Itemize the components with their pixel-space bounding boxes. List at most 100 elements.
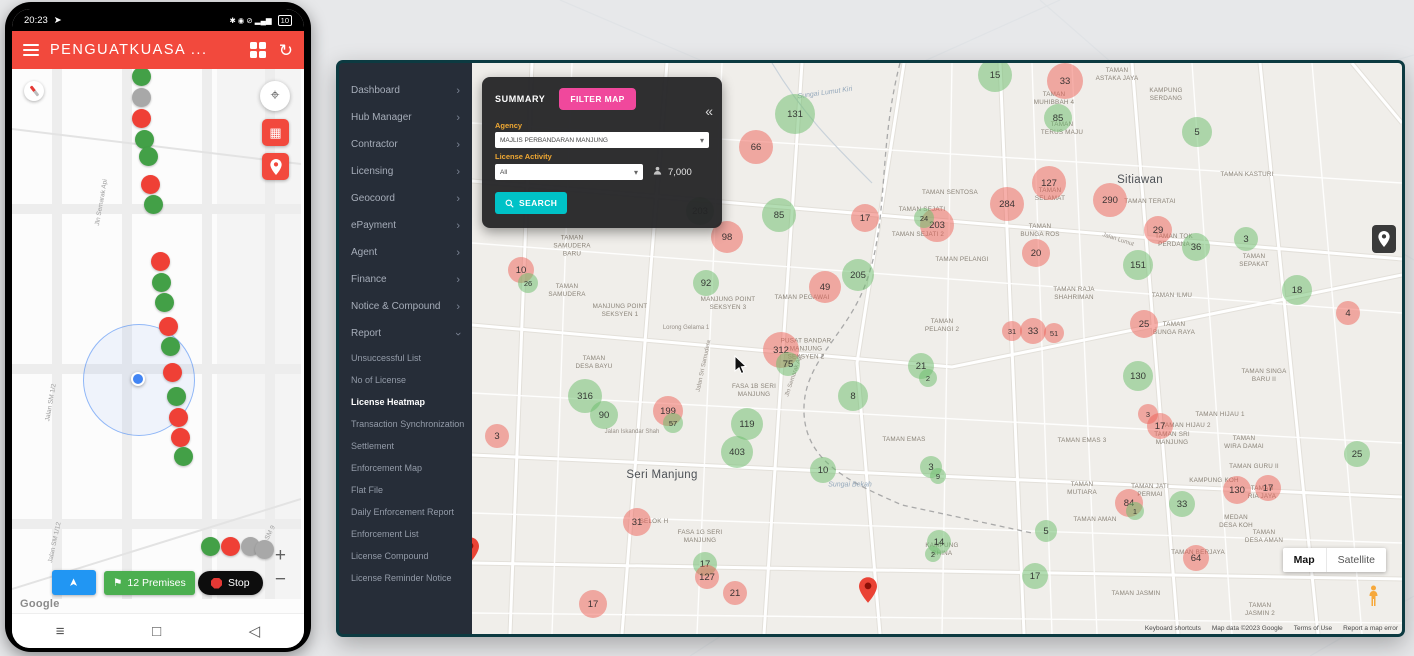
heatmap-circle[interactable]: 66	[739, 130, 773, 164]
sidebar-subitem-enforcement-list[interactable]: Enforcement List	[339, 523, 472, 545]
sidebar-item-notice-compound[interactable]: Notice & Compound›	[339, 293, 472, 320]
sidebar-item-agent[interactable]: Agent›	[339, 239, 472, 266]
navigate-button[interactable]: ➤	[52, 570, 96, 595]
heatmap-circle[interactable]: 85	[762, 198, 796, 232]
premise-marker[interactable]	[201, 537, 220, 556]
sidebar-item-epayment[interactable]: ePayment›	[339, 212, 472, 239]
premise-marker[interactable]	[171, 428, 190, 447]
collapse-panel-icon[interactable]: «	[705, 103, 713, 119]
premise-marker[interactable]	[141, 175, 160, 194]
premise-marker[interactable]	[144, 195, 163, 214]
back-icon[interactable]: ◁	[249, 622, 261, 640]
sidebar-subitem-license-compound[interactable]: License Compound	[339, 545, 472, 567]
premise-marker[interactable]	[151, 252, 170, 271]
premise-marker[interactable]	[139, 147, 158, 166]
sidebar-subitem-license-heatmap[interactable]: License Heatmap	[339, 391, 472, 413]
heatmap-circle[interactable]: 25	[1130, 310, 1158, 338]
heatmap-circle[interactable]: 284	[990, 187, 1024, 221]
heatmap-circle[interactable]: 403	[721, 436, 753, 468]
heatmap-circle[interactable]: 5	[1035, 520, 1057, 542]
heatmap-circle[interactable]: 33	[1047, 63, 1083, 99]
filter-map-button[interactable]: FILTER MAP	[559, 88, 635, 110]
sidebar-subitem-enforcement-map[interactable]: Enforcement Map	[339, 457, 472, 479]
heatmap-circle[interactable]: 17	[1022, 563, 1048, 589]
heatmap-circle[interactable]: 1	[1126, 502, 1144, 520]
search-button[interactable]: SEARCH	[495, 192, 567, 214]
premise-marker[interactable]	[174, 447, 193, 466]
agency-select[interactable]: MAJLIS PERBANDARAN MANJUNG ▾	[495, 132, 709, 148]
satellite-button[interactable]: Satellite	[1326, 548, 1386, 572]
map-pin-icon[interactable]	[859, 577, 877, 608]
sidebar-item-hub-manager[interactable]: Hub Manager›	[339, 104, 472, 131]
heatmap-circle[interactable]: 33	[1020, 318, 1046, 344]
terms-link[interactable]: Terms of Use	[1294, 625, 1332, 632]
premise-marker[interactable]	[169, 408, 188, 427]
heatmap-circle[interactable]: 5	[1182, 117, 1212, 147]
premise-marker[interactable]	[132, 109, 151, 128]
heatmap-circle[interactable]: 25	[1344, 441, 1370, 467]
premise-marker[interactable]	[163, 363, 182, 382]
premise-marker[interactable]	[159, 317, 178, 336]
menu-icon[interactable]	[23, 41, 39, 59]
heatmap-circle[interactable]: 17	[851, 204, 879, 232]
recent-apps-icon[interactable]: ≡	[56, 623, 65, 640]
heatmap-circle[interactable]: 29	[1144, 216, 1172, 244]
heatmap-circle[interactable]: 31	[623, 508, 651, 536]
heatmap-circle[interactable]: 130	[1223, 476, 1251, 504]
heatmap-circle[interactable]: 205	[842, 259, 874, 291]
heatmap-circle[interactable]: 9	[930, 468, 946, 484]
map-pin-icon[interactable]	[472, 537, 479, 568]
heatmap-circle[interactable]: 130	[1123, 361, 1153, 391]
sidebar-subitem-license-reminder-notice[interactable]: License Reminder Notice	[339, 567, 472, 589]
premise-marker[interactable]	[132, 88, 151, 107]
map-canvas[interactable]: SitiawanSeri ManjungTAMAN ASTAKA JAYAKAM…	[472, 63, 1402, 634]
home-icon[interactable]: □	[152, 623, 161, 640]
grid-icon[interactable]	[250, 42, 266, 58]
sidebar-item-report[interactable]: Report›	[339, 320, 472, 347]
add-pin-button[interactable]	[262, 153, 289, 180]
heatmap-circle[interactable]: 31	[1002, 321, 1022, 341]
sidebar-item-contractor[interactable]: Contractor›	[339, 131, 472, 158]
map-button[interactable]: Map	[1283, 548, 1326, 572]
sidebar-item-geocoord[interactable]: Geocoord›	[339, 185, 472, 212]
sidebar-subitem-daily-enforcement-report[interactable]: Daily Enforcement Report	[339, 501, 472, 523]
map-layers-button[interactable]: ▦	[262, 119, 289, 146]
heatmap-circle[interactable]: 20	[1022, 239, 1050, 267]
heatmap-circle[interactable]: 2	[925, 546, 941, 562]
premise-marker[interactable]	[161, 337, 180, 356]
phone-map[interactable]: Jln Semarak ApiJalan SM 1/2Jalan SM 1/12…	[12, 69, 304, 613]
heatmap-circle[interactable]: 90	[590, 401, 618, 429]
heatmap-circle[interactable]: 4	[1336, 301, 1360, 325]
report-error-link[interactable]: Report a map error	[1343, 625, 1398, 632]
heatmap-circle[interactable]: 127	[1032, 166, 1066, 200]
stop-button[interactable]: Stop	[198, 571, 263, 595]
premise-marker[interactable]	[155, 293, 174, 312]
premise-marker[interactable]	[152, 273, 171, 292]
heatmap-circle[interactable]: 49	[809, 271, 841, 303]
heatmap-circle[interactable]: 26	[518, 273, 538, 293]
heatmap-circle[interactable]: 10	[810, 457, 836, 483]
heatmap-circle[interactable]: 151	[1123, 250, 1153, 280]
premises-button[interactable]: ⚑ 12 Premises	[104, 571, 195, 595]
premise-marker[interactable]	[167, 387, 186, 406]
heatmap-circle[interactable]: 92	[693, 270, 719, 296]
my-location-button[interactable]: ⌖	[260, 81, 290, 111]
heatmap-circle[interactable]: 18	[1282, 275, 1312, 305]
keyboard-shortcuts-link[interactable]: Keyboard shortcuts	[1145, 625, 1201, 632]
heatmap-circle[interactable]: 24	[914, 208, 934, 228]
pegman-icon[interactable]	[1367, 585, 1380, 612]
sidebar-subitem-unsuccessful-list[interactable]: Unsuccessful List	[339, 347, 472, 369]
sidebar-subitem-transaction-synchronization[interactable]: Transaction Synchronization	[339, 413, 472, 435]
sidebar-subitem-flat-file[interactable]: Flat File	[339, 479, 472, 501]
heatmap-circle[interactable]: 2	[919, 369, 937, 387]
heatmap-circle[interactable]: 21	[723, 581, 747, 605]
heatmap-circle[interactable]: 3	[1234, 227, 1258, 251]
heatmap-circle[interactable]: 36	[1182, 233, 1210, 261]
heatmap-circle[interactable]: 64	[1183, 545, 1209, 571]
sidebar-item-dashboard[interactable]: Dashboard›	[339, 77, 472, 104]
heatmap-circle[interactable]: 290	[1093, 183, 1127, 217]
heatmap-circle[interactable]: 127	[695, 565, 719, 589]
heatmap-circle[interactable]: 3	[1138, 404, 1158, 424]
map-pin-control[interactable]	[1372, 225, 1396, 253]
sidebar-subitem-settlement[interactable]: Settlement	[339, 435, 472, 457]
